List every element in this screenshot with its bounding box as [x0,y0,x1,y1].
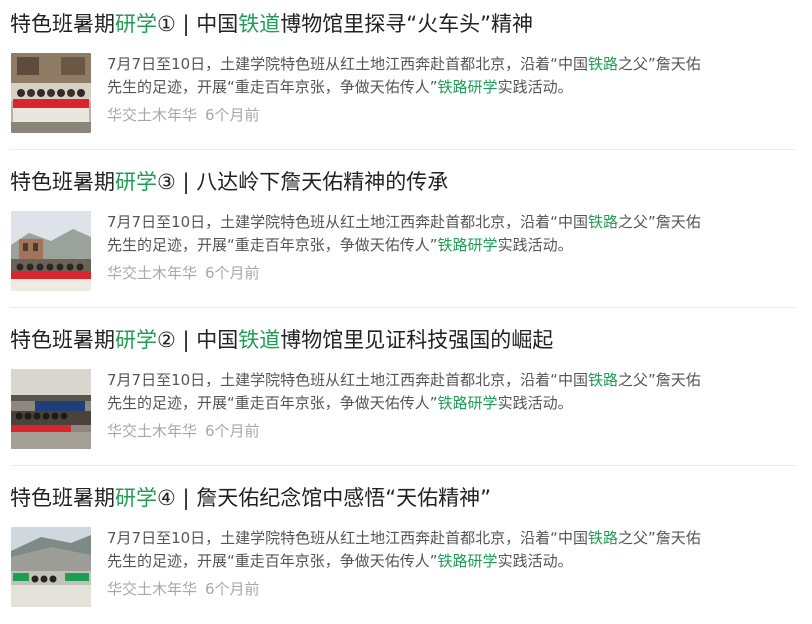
summary-text: 先生的足迹，开展“重走百年京张，争做天佑传人” [107,394,438,412]
summary-text: 之父”詹天佑 [617,371,701,389]
divider [10,307,796,308]
title-text: ① | 中国 [157,12,239,36]
article-meta: 华交土木年华 6个月前 [107,578,260,600]
article-card: 特色班暑期研学③ | 八达岭下詹天佑精神的传承 7月7日至10日，土建学院特色班… [0,158,812,308]
publish-time: 6个月前 [205,422,260,440]
article-card: 特色班暑期研学① | 中国铁道博物馆里探寻“火车头”精神 7月7日至10日，土建… [0,0,812,150]
summary-keyword: 铁路研学 [437,236,498,254]
article-thumbnail[interactable] [11,369,91,449]
article-meta: 华交土木年华 6个月前 [107,420,260,442]
title-keyword: 研学 [115,328,157,352]
title-keyword: 研学 [115,12,157,36]
group-photo-image [11,211,91,291]
summary-keyword: 铁路研学 [437,394,498,412]
article-thumbnail[interactable] [11,527,91,607]
summary-keyword: 铁路 [587,55,618,73]
summary-line: 7月7日至10日，土建学院特色班从红土地江西奔赴首都北京，沿着“中国铁路之父”詹… [107,369,797,392]
summary-line: 7月7日至10日，土建学院特色班从红土地江西奔赴首都北京，沿着“中国铁路之父”詹… [107,53,797,76]
summary-text: 实践活动。 [497,78,573,96]
summary-text: 实践活动。 [497,236,573,254]
summary-line: 7月7日至10日，土建学院特色班从红土地江西奔赴首都北京，沿着“中国铁路之父”詹… [107,211,797,234]
summary-line: 先生的足迹，开展“重走百年京张，争做天佑传人”铁路研学实践活动。 [107,234,797,257]
summary-text: 先生的足迹，开展“重走百年京张，争做天佑传人” [107,552,438,570]
title-text: 特色班暑期 [10,12,115,36]
article-card: 特色班暑期研学② | 中国铁道博物馆里见证科技强国的崛起 7月7日至10日，土建… [0,316,812,466]
group-photo-image [11,53,91,133]
summary-text: 7月7日至10日，土建学院特色班从红土地江西奔赴首都北京，沿着“中国 [107,371,588,389]
summary-text: 实践活动。 [497,552,573,570]
source-link[interactable]: 华交土木年华 [107,264,197,282]
summary-keyword: 铁路研学 [437,552,498,570]
article-feed: 特色班暑期研学① | 中国铁道博物馆里探寻“火车头”精神 7月7日至10日，土建… [0,0,812,609]
divider [10,465,796,466]
summary-text: 先生的足迹，开展“重走百年京张，争做天佑传人” [107,78,438,96]
summary-text: 之父”詹天佑 [617,529,701,547]
group-photo-image [11,527,91,607]
source-link[interactable]: 华交土木年华 [107,422,197,440]
publish-time: 6个月前 [205,106,260,124]
summary-text: 之父”詹天佑 [617,55,701,73]
article-card: 特色班暑期研学④ | 詹天佑纪念馆中感悟“天佑精神” 7月7日至10日，土建学院… [0,474,812,624]
summary-text: 7月7日至10日，土建学院特色班从红土地江西奔赴首都北京，沿着“中国 [107,55,588,73]
article-thumbnail[interactable] [11,211,91,291]
article-summary: 7月7日至10日，土建学院特色班从红土地江西奔赴首都北京，沿着“中国铁路之父”詹… [107,53,797,99]
summary-keyword: 铁路 [587,529,618,547]
title-text: ② | 中国 [157,328,239,352]
summary-keyword: 铁路 [587,213,618,231]
title-text: 特色班暑期 [10,486,115,510]
summary-keyword: 铁路研学 [437,78,498,96]
article-summary: 7月7日至10日，土建学院特色班从红土地江西奔赴首都北京，沿着“中国铁路之父”詹… [107,211,797,257]
summary-text: 先生的足迹，开展“重走百年京张，争做天佑传人” [107,236,438,254]
summary-line: 先生的足迹，开展“重走百年京张，争做天佑传人”铁路研学实践活动。 [107,550,797,573]
title-text: 特色班暑期 [10,328,115,352]
source-link[interactable]: 华交土木年华 [107,580,197,598]
summary-keyword: 铁路 [587,371,618,389]
group-photo-image [11,369,91,449]
summary-text: 实践活动。 [497,394,573,412]
title-keyword: 铁道 [238,328,281,352]
title-text: ③ | 八达岭下詹天佑精神的传承 [157,170,449,194]
article-meta: 华交土木年华 6个月前 [107,262,260,284]
article-summary: 7月7日至10日，土建学院特色班从红土地江西奔赴首都北京，沿着“中国铁路之父”詹… [107,369,797,415]
title-keyword: 铁道 [238,12,281,36]
article-meta: 华交土木年华 6个月前 [107,104,260,126]
title-text: 博物馆里探寻“火车头”精神 [280,12,534,36]
title-text: 博物馆里见证科技强国的崛起 [280,328,554,352]
summary-text: 7月7日至10日，土建学院特色班从红土地江西奔赴首都北京，沿着“中国 [107,529,588,547]
title-text: 特色班暑期 [10,170,115,194]
article-title-link[interactable]: 特色班暑期研学④ | 詹天佑纪念馆中感悟“天佑精神” [10,483,800,513]
title-text: ④ | 詹天佑纪念馆中感悟“天佑精神” [157,486,492,510]
article-thumbnail[interactable] [11,53,91,133]
source-link[interactable]: 华交土木年华 [107,106,197,124]
title-keyword: 研学 [115,486,157,510]
summary-line: 先生的足迹，开展“重走百年京张，争做天佑传人”铁路研学实践活动。 [107,392,797,415]
divider [10,149,796,150]
article-title-link[interactable]: 特色班暑期研学① | 中国铁道博物馆里探寻“火车头”精神 [10,9,800,39]
summary-text: 7月7日至10日，土建学院特色班从红土地江西奔赴首都北京，沿着“中国 [107,213,588,231]
summary-text: 之父”詹天佑 [617,213,701,231]
summary-line: 7月7日至10日，土建学院特色班从红土地江西奔赴首都北京，沿着“中国铁路之父”詹… [107,527,797,550]
title-keyword: 研学 [115,170,157,194]
article-title-link[interactable]: 特色班暑期研学② | 中国铁道博物馆里见证科技强国的崛起 [10,325,800,355]
summary-line: 先生的足迹，开展“重走百年京张，争做天佑传人”铁路研学实践活动。 [107,76,797,99]
article-title-link[interactable]: 特色班暑期研学③ | 八达岭下詹天佑精神的传承 [10,167,800,197]
article-summary: 7月7日至10日，土建学院特色班从红土地江西奔赴首都北京，沿着“中国铁路之父”詹… [107,527,797,573]
publish-time: 6个月前 [205,264,260,282]
publish-time: 6个月前 [205,580,260,598]
